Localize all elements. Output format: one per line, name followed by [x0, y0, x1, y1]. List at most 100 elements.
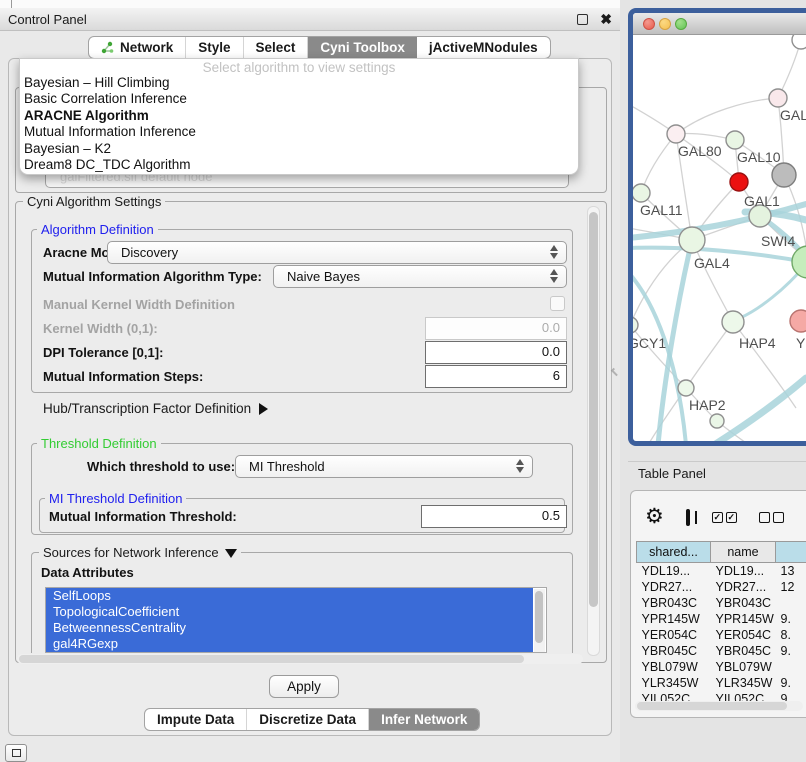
- network-edge-highlighted[interactable]: [714, 378, 806, 441]
- dock-panel-button[interactable]: [5, 744, 27, 762]
- network-node[interactable]: [678, 380, 694, 396]
- network-node[interactable]: [633, 184, 650, 202]
- algorithm-option[interactable]: Mutual Information Inference: [20, 124, 578, 140]
- tab-cyni-toolbox[interactable]: Cyni Toolbox: [308, 37, 417, 58]
- node-label: HAP2: [689, 397, 726, 413]
- table-cell: YER054C: [637, 627, 711, 643]
- tab-style[interactable]: Style: [186, 37, 243, 58]
- tab-select[interactable]: Select: [244, 37, 309, 58]
- table-panel: ⚙ ✓✓ shared...nameYDL19...YDL19...13YDR2…: [630, 490, 806, 718]
- apply-button[interactable]: Apply: [269, 675, 339, 698]
- tab-impute-data[interactable]: Impute Data: [145, 709, 247, 730]
- node-label: GAL11: [640, 202, 683, 218]
- attributes-scrollbar[interactable]: [534, 589, 545, 653]
- table-row[interactable]: YBR043CYBR043C: [637, 595, 806, 611]
- network-node[interactable]: [633, 317, 638, 333]
- kernel-width-field[interactable]: 0.0: [425, 317, 567, 340]
- network-node[interactable]: [792, 246, 806, 278]
- minimize-traffic-light-icon[interactable]: [659, 18, 671, 30]
- unchecked-pair-icon[interactable]: [759, 512, 784, 523]
- network-window-titlebar[interactable]: [633, 13, 806, 35]
- algorithm-option[interactable]: Bayesian – Hill Climbing: [20, 75, 578, 91]
- settings-horizontal-scrollbar[interactable]: [17, 654, 583, 664]
- table-row[interactable]: YLR345WYLR345W9.: [637, 675, 806, 691]
- algorithm-option[interactable]: Dream8 DC_TDC Algorithm: [20, 157, 578, 173]
- mi-steps-field[interactable]: 6: [425, 365, 567, 388]
- node-label: GCY1: [633, 335, 666, 351]
- network-node[interactable]: [792, 35, 806, 49]
- column-header[interactable]: shared...: [637, 542, 711, 563]
- mi-threshold-group-title: MI Threshold Definition: [45, 491, 186, 506]
- collapse-down-icon[interactable]: [225, 549, 237, 558]
- tab-label: Infer Network: [381, 712, 467, 727]
- tab-discretize-data[interactable]: Discretize Data: [247, 709, 369, 730]
- network-edge[interactable]: [676, 98, 778, 134]
- sources-group-title[interactable]: Sources for Network Inference: [39, 545, 241, 560]
- attribute-item-selected[interactable]: BetweennessCentrality: [46, 620, 533, 636]
- control-panel-tabbar: NetworkStyle Select Cyni ToolboxjActiveMNo…: [88, 36, 551, 59]
- network-node[interactable]: [769, 89, 787, 107]
- table-cell: [776, 659, 806, 675]
- column-header[interactable]: name: [711, 542, 776, 563]
- node-table[interactable]: shared...nameYDL19...YDL19...13YDR27...Y…: [636, 541, 806, 707]
- table-row[interactable]: YER054CYER054C8.: [637, 627, 806, 643]
- network-edge[interactable]: [686, 322, 733, 388]
- algorithm-option[interactable]: ARACNE Algorithm: [20, 108, 578, 124]
- mi-threshold-field[interactable]: 0.5: [421, 505, 567, 528]
- table-cell: YDR27...: [711, 579, 776, 595]
- which-threshold-label: Which threshold to use:: [87, 459, 235, 474]
- table-cell: YLR345W: [637, 675, 711, 691]
- table-horizontal-scrollbar[interactable]: [635, 701, 803, 711]
- algorithm-option[interactable]: Basic Correlation Inference: [20, 91, 578, 107]
- table-row[interactable]: YBR045CYBR045C9.: [637, 643, 806, 659]
- algorithm-option[interactable]: Bayesian – K2: [20, 141, 578, 157]
- node-label: GAL10: [737, 149, 781, 165]
- table-cell: 9.: [776, 643, 806, 659]
- mi-steps-label: Mutual Information Steps:: [43, 369, 203, 384]
- expand-right-icon[interactable]: [259, 403, 268, 415]
- split-columns-icon[interactable]: [686, 509, 690, 526]
- aracne-mode-combobox[interactable]: Discovery: [107, 241, 567, 264]
- network-node[interactable]: [730, 173, 748, 191]
- float-window-icon[interactable]: [577, 14, 588, 25]
- tab-jactivemnodules[interactable]: jActiveMNodules: [417, 37, 550, 58]
- table-cell: YBL079W: [711, 659, 776, 675]
- attribute-item-selected[interactable]: TopologicalCoefficient: [46, 604, 533, 620]
- attribute-item-selected[interactable]: gal4RGexp: [46, 636, 533, 652]
- table-row[interactable]: YDL19...YDL19...13: [637, 563, 806, 579]
- zoom-traffic-light-icon[interactable]: [675, 18, 687, 30]
- tab-label: Select: [256, 40, 296, 55]
- checked-pair-icon[interactable]: ✓✓: [712, 512, 737, 523]
- attribute-item-selected[interactable]: SelfLoops: [46, 588, 533, 604]
- network-node[interactable]: [710, 414, 724, 428]
- manual-kernel-checkbox[interactable]: [550, 296, 565, 311]
- dpi-tolerance-field[interactable]: 0.0: [425, 341, 567, 364]
- table-row[interactable]: YBL079WYBL079W: [637, 659, 806, 675]
- hub-definition-expander[interactable]: Hub/Transcription Factor Definition: [43, 401, 268, 416]
- network-edge[interactable]: [641, 134, 676, 193]
- network-node[interactable]: [790, 310, 806, 332]
- mi-type-combobox[interactable]: Naive Bayes: [273, 265, 567, 288]
- network-view-window[interactable]: GALGAL80GAL10GAL1GAL11SWI4GAL4GCY1HAP4YH…: [628, 8, 806, 446]
- table-row[interactable]: YDR27...YDR27...12: [637, 579, 806, 595]
- network-canvas[interactable]: GALGAL80GAL10GAL1GAL11SWI4GAL4GCY1HAP4YH…: [633, 35, 806, 441]
- network-node[interactable]: [722, 311, 744, 333]
- settings-vertical-scrollbar[interactable]: [587, 206, 600, 656]
- close-traffic-light-icon[interactable]: [643, 18, 655, 30]
- network-node[interactable]: [667, 125, 685, 143]
- network-node[interactable]: [772, 163, 796, 187]
- data-attributes-list[interactable]: SelfLoopsTopologicalCoefficientBetweenne…: [45, 587, 547, 653]
- tab-network[interactable]: Network: [89, 37, 186, 58]
- network-node[interactable]: [726, 131, 744, 149]
- column-header[interactable]: [776, 542, 806, 563]
- mi-type-value: Naive Bayes: [287, 269, 360, 284]
- which-threshold-combobox[interactable]: MI Threshold: [235, 455, 533, 478]
- tab-infer-network[interactable]: Infer Network: [369, 709, 479, 730]
- table-row[interactable]: YPR145WYPR145W9.: [637, 611, 806, 627]
- control-panel-window: Control Panel ✖ NetworkStyleSelectCyni T…: [0, 0, 620, 762]
- hub-definition-label: Hub/Transcription Factor Definition: [43, 401, 251, 416]
- stepper-arrows-icon: [516, 459, 524, 473]
- close-icon[interactable]: ✖: [600, 14, 612, 25]
- gear-icon[interactable]: ⚙: [645, 507, 664, 527]
- network-node[interactable]: [679, 227, 705, 253]
